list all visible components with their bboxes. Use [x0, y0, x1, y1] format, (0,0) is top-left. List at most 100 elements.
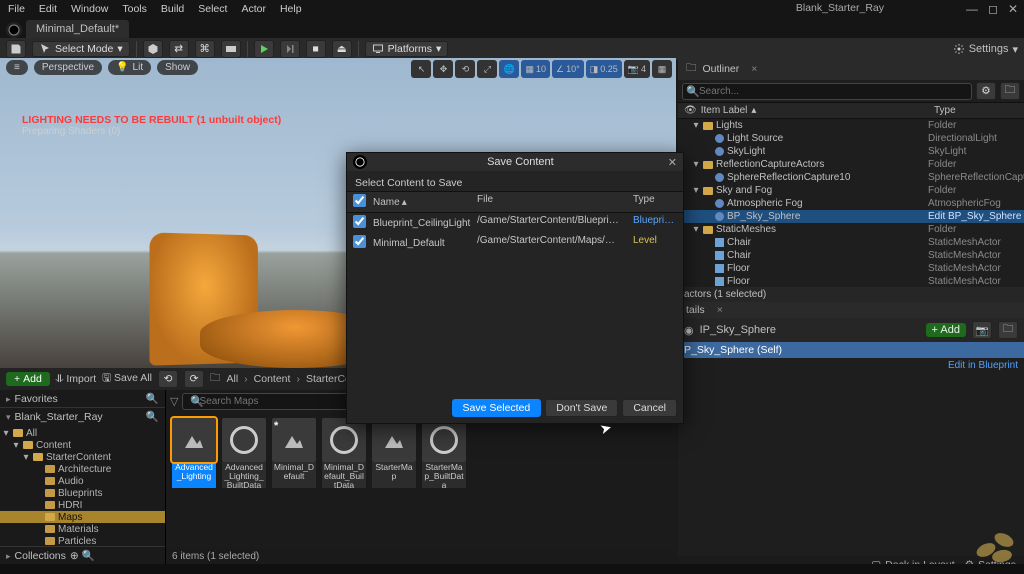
favorites-label[interactable]: Favorites — [15, 393, 58, 405]
dialog-col-type[interactable]: Type — [627, 194, 683, 210]
close-icon[interactable]: × — [751, 63, 757, 75]
outliner-row[interactable]: ChairStaticMeshActor — [678, 249, 1024, 262]
viewport-show-button[interactable]: Show — [157, 60, 198, 75]
outliner-row[interactable]: BP_Sky_SphereEdit BP_Sky_Sphere — [678, 210, 1024, 223]
outliner-row[interactable]: Light SourceDirectionalLight — [678, 132, 1024, 145]
transform-rotate-icon[interactable]: ⟲ — [455, 60, 475, 78]
outliner-tree[interactable]: ▾LightsFolderLight SourceDirectionalLigh… — [678, 119, 1024, 287]
chevron-right-icon[interactable] — [6, 550, 11, 562]
viewport-maximize-icon[interactable]: ▦ — [652, 60, 672, 78]
menu-tools[interactable]: Tools — [122, 3, 147, 15]
source-tree-row[interactable]: ▾StarterContent — [0, 451, 165, 463]
dialog-row[interactable]: Blueprint_CeilingLight/Game/StarterConte… — [347, 213, 683, 233]
source-tree-row[interactable]: Blueprints — [0, 487, 165, 499]
menu-actor[interactable]: Actor — [241, 3, 266, 15]
search-icon[interactable]: 🔍 — [146, 410, 159, 423]
asset-tile[interactable]: *Minimal_Default — [272, 418, 316, 488]
document-tab[interactable]: Minimal_Default* — [26, 20, 129, 38]
chevron-right-icon[interactable] — [6, 393, 11, 405]
content-save-all-button[interactable]: 🖫 Save All — [102, 370, 152, 388]
menu-edit[interactable]: Edit — [39, 3, 57, 15]
transform-translate-icon[interactable]: ✥ — [433, 60, 453, 78]
viewport-lit-button[interactable]: 💡Lit — [108, 60, 151, 75]
dialog-col-name[interactable]: Name — [373, 197, 400, 208]
chevron-down-icon[interactable] — [6, 411, 11, 423]
search-icon[interactable]: 🔍 — [146, 392, 159, 405]
window-maximize-icon[interactable]: ◻ — [988, 2, 998, 16]
stop-button[interactable]: ■ — [306, 40, 326, 58]
details-browse-button[interactable]: 📷 — [972, 321, 992, 339]
outliner-new-folder-button[interactable]: 🗀 — [1000, 82, 1020, 100]
source-tree-row[interactable]: HDRI — [0, 499, 165, 511]
source-tree-row[interactable]: Audio — [0, 475, 165, 487]
source-tree-row[interactable]: Particles — [0, 535, 165, 546]
edit-in-blueprint-link[interactable]: Edit in Blueprint — [678, 358, 1024, 373]
outliner-row[interactable]: ▾Sky and FogFolder — [678, 184, 1024, 197]
history-fwd-button[interactable]: ⟳ — [184, 370, 204, 388]
outliner-filter-button[interactable]: ⚙ — [976, 82, 996, 100]
source-tree-row[interactable]: ▾Content — [0, 439, 165, 451]
content-source-tree[interactable]: ▾All▾Content▾StarterContentArchitectureA… — [0, 425, 165, 546]
dont-save-button[interactable]: Don't Save — [545, 399, 618, 417]
outliner-row[interactable]: Atmospheric FogAtmosphericFog — [678, 197, 1024, 210]
angle-snap-toggle[interactable]: ∠10° — [552, 60, 584, 78]
outliner-row[interactable]: SphereReflectionCapture10SphereReflectio… — [678, 171, 1024, 184]
menu-build[interactable]: Build — [161, 3, 184, 15]
menu-file[interactable]: File — [8, 3, 25, 15]
dialog-col-file[interactable]: File — [471, 194, 627, 210]
source-tree-row[interactable]: Maps — [0, 511, 165, 523]
outliner-row[interactable]: FloorStaticMeshActor — [678, 275, 1024, 287]
camera-speed[interactable]: 📷4 — [624, 60, 650, 78]
settings-button[interactable]: Settings — [969, 43, 1009, 55]
dialog-close-icon[interactable]: ✕ — [668, 156, 677, 169]
blueprints-button[interactable]: ⌘ — [195, 40, 215, 58]
eject-button[interactable]: ⏏ — [332, 40, 352, 58]
viewport-menu-button[interactable]: ≡ — [6, 60, 28, 75]
outliner-col-type[interactable]: Type — [928, 103, 1024, 118]
outliner-row[interactable]: ▾StaticMeshesFolder — [678, 223, 1024, 236]
content-add-button[interactable]: + Add — [6, 372, 50, 386]
asset-tile[interactable]: Minimal_Default_BuiltData — [322, 418, 366, 488]
window-minimize-icon[interactable]: — — [966, 2, 978, 16]
details-self-row[interactable]: P_Sky_Sphere (Self) — [678, 342, 1024, 358]
outliner-row[interactable]: ChairStaticMeshActor — [678, 236, 1024, 249]
dialog-row[interactable]: Minimal_Default/Game/StarterContent/Maps… — [347, 233, 683, 253]
cancel-button[interactable]: Cancel — [622, 399, 677, 417]
menu-select[interactable]: Select — [198, 3, 227, 15]
coordinate-toggle[interactable]: 🌐 — [499, 60, 519, 78]
transform-select-icon[interactable]: ↖ — [411, 60, 431, 78]
asset-tile[interactable]: StarterMap — [372, 418, 416, 488]
asset-tile[interactable]: Advanced_Lighting — [172, 418, 216, 488]
window-close-icon[interactable]: ✕ — [1008, 2, 1018, 16]
crumb-all[interactable]: All — [226, 373, 238, 385]
dialog-row-checkbox[interactable] — [353, 235, 366, 248]
asset-tile[interactable]: StarterMap_BuiltData — [422, 418, 466, 488]
transform-scale-icon[interactable]: ⤢ — [477, 60, 497, 78]
skip-button[interactable] — [280, 40, 300, 58]
grid-snap-toggle[interactable]: ▦10 — [521, 60, 550, 78]
platforms-button[interactable]: Platforms ▾ — [365, 41, 449, 57]
outliner-tab[interactable]: Outliner — [703, 63, 740, 75]
source-tree-row[interactable]: Architecture — [0, 463, 165, 475]
add-content-button[interactable] — [143, 40, 163, 58]
save-button[interactable] — [6, 40, 26, 58]
menu-help[interactable]: Help — [280, 3, 302, 15]
details-add-button[interactable]: + Add — [926, 323, 966, 337]
play-button[interactable] — [254, 40, 274, 58]
outliner-row[interactable]: SkyLightSkyLight — [678, 145, 1024, 158]
menu-window[interactable]: Window — [71, 3, 108, 15]
history-back-button[interactable]: ⟲ — [158, 370, 178, 388]
source-tree-row[interactable]: ▾All — [0, 427, 165, 439]
outliner-search-input[interactable] — [682, 83, 972, 100]
source-tree-row[interactable]: Materials — [0, 523, 165, 535]
content-import-button[interactable]: ⥥ Import — [56, 373, 96, 386]
details-locate-button[interactable]: 🗀 — [998, 321, 1018, 339]
close-icon[interactable]: × — [717, 304, 723, 316]
outliner-col-item[interactable]: Item Label — [701, 105, 748, 116]
select-mode-button[interactable]: Select Mode ▾ — [32, 41, 130, 57]
scale-snap-toggle[interactable]: ◨0.25 — [586, 60, 622, 78]
save-selected-button[interactable]: Save Selected — [452, 399, 542, 417]
asset-tile[interactable]: Advanced_Lighting_BuiltData — [222, 418, 266, 488]
outliner-row[interactable]: ▾LightsFolder — [678, 119, 1024, 132]
crumb-content[interactable]: Content — [254, 373, 291, 385]
